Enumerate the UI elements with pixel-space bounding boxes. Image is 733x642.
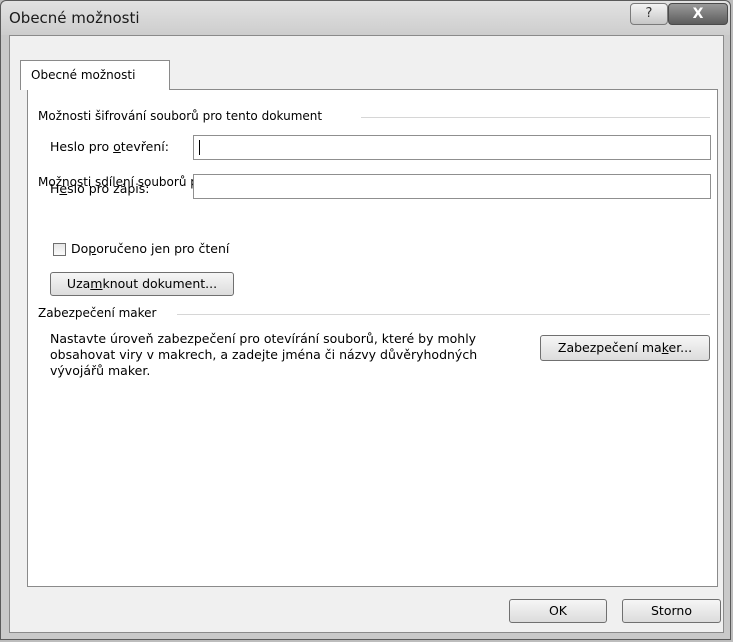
macro-description-line: vývojářů maker. [50,363,151,378]
tab-label: Obecné možnosti [31,68,136,82]
macro-button-post: er... [668,340,693,355]
modify-password-accel: e [59,181,68,196]
macro-button-accel: k [661,340,669,355]
modify-password-caption: Heslo pro zápis: [50,181,150,196]
modify-password-post: slo pro zápis: [67,181,150,196]
open-password-label: Heslo pro otevření: [50,139,169,154]
modify-password-pre: H [50,181,60,196]
macro-group-divider [177,314,710,315]
protect-button-accel: m [90,276,103,291]
modify-password-input[interactable] [193,174,711,199]
close-icon: X [692,6,704,22]
readonly-label-post: oručeno jen pro čtení [96,241,230,256]
title-bar[interactable]: Obecné možnosti ? X [1,1,730,35]
protect-button-post: knout dokument... [102,276,218,291]
protect-button-pre: Uza [66,276,91,291]
readonly-label-pre: Do [71,241,89,256]
encryption-group-divider [361,117,710,118]
macro-description: Nastavte úroveň zabezpečení pro otevírán… [50,331,530,379]
macro-description-line: Nastavte úroveň zabezpečení pro otevírán… [50,331,477,346]
readonly-label[interactable]: Doporučeno jen pro čtení [71,241,229,256]
help-button[interactable]: ? [630,3,668,25]
cancel-button[interactable]: Storno [622,599,721,623]
ok-button[interactable]: OK [509,599,607,623]
text-caret [199,140,200,155]
tab-general-options[interactable]: Obecné možnosti [20,60,170,90]
close-button[interactable]: X [668,3,728,25]
open-password-input[interactable] [193,135,711,160]
macro-security-button[interactable]: Zabezpečení maker... [540,335,710,361]
open-password-label-post: tevření: [120,139,169,154]
protect-document-button[interactable]: Uzamknout dokument... [50,272,234,296]
macro-group-label: Zabezpečení maker [38,306,163,320]
open-password-label-pre: Heslo pro [50,139,114,154]
help-icon: ? [645,6,653,21]
dialog-title: Obecné možnosti [9,9,140,27]
open-password-label-accel: o [113,139,121,154]
readonly-checkbox[interactable] [53,243,66,256]
encryption-group-label: Možnosti šifrování souborů pro tento dok… [38,109,329,123]
dialog-window: Obecné možnosti ? X Obecné možnosti Možn… [0,0,731,640]
macro-description-line: obsahovat viry v makrech, a zadejte jmén… [50,347,478,362]
macro-button-pre: Zabezpečení ma [557,340,662,355]
